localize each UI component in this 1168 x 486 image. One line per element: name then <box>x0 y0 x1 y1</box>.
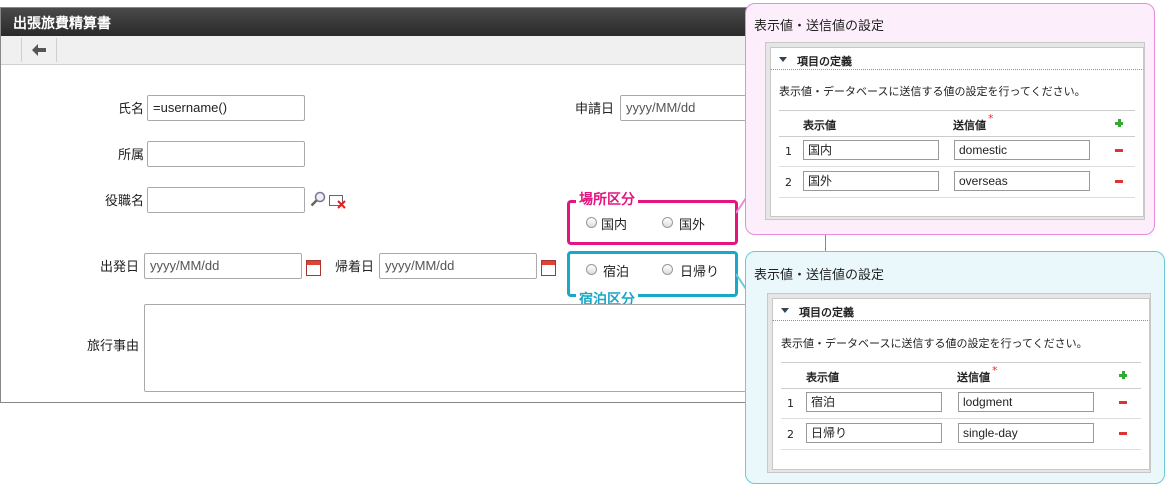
section-title: 項目の定義 <box>799 306 854 319</box>
panel-inner: 項目の定義 表示値・データベースに送信する値の設定を行ってください。 表示値 送… <box>765 42 1145 220</box>
place-group-label: 場所区分 <box>576 189 638 209</box>
section-description: 表示値・データベースに送信する値の設定を行ってください。 <box>779 85 1086 98</box>
place-radio-overseas[interactable] <box>662 217 673 228</box>
lodging-settings-panel: 表示値・送信値の設定 項目の定義 表示値・データベースに送信する値の設定を行って… <box>745 251 1165 484</box>
panel-title: 表示値・送信値の設定 <box>754 268 885 283</box>
lodging-option-overnight: 宿泊 <box>603 265 630 280</box>
calendar-icon[interactable] <box>306 260 321 276</box>
remove-row-icon[interactable] <box>1119 432 1127 435</box>
section-header[interactable]: 項目の定義 <box>772 298 1150 321</box>
table-header: 表示値 送信値 * <box>781 362 1141 389</box>
place-option-overseas: 国外 <box>679 218 706 233</box>
section-header[interactable]: 項目の定義 <box>770 47 1144 70</box>
table-row: 2 国外 overseas <box>779 166 1135 198</box>
display-value-input[interactable]: 国外 <box>803 171 939 191</box>
position-label: 役職名 <box>105 194 145 209</box>
add-row-button[interactable] <box>1119 371 1127 379</box>
send-value-input[interactable]: overseas <box>954 171 1090 191</box>
panel-title: 表示値・送信値の設定 <box>754 19 885 34</box>
triangle-down-icon <box>779 57 787 62</box>
column-header-display: 表示値 <box>803 119 836 132</box>
apply-date-label: 申請日 <box>575 102 615 117</box>
place-option-domestic: 国内 <box>601 218 628 233</box>
remove-row-icon[interactable] <box>1115 149 1123 152</box>
plus-icon-stem <box>1118 119 1121 127</box>
table-row: 1 宿泊 lodgment <box>781 387 1141 419</box>
send-value-input[interactable]: lodgment <box>958 392 1094 412</box>
depart-date-label: 出発日 <box>100 260 140 275</box>
display-value-input[interactable]: 日帰り <box>806 423 942 443</box>
depart-date-input[interactable]: yyyy/MM/dd <box>144 253 302 279</box>
reason-label: 旅行事由 <box>87 339 140 354</box>
required-mark: * <box>992 364 998 377</box>
remove-row-icon[interactable] <box>1115 180 1123 183</box>
table-row: 1 国内 domestic <box>779 135 1135 167</box>
panel-inner: 項目の定義 表示値・データベースに送信する値の設定を行ってください。 表示値 送… <box>767 293 1151 473</box>
add-row-button[interactable] <box>1115 119 1123 127</box>
column-header-send: 送信値 <box>953 119 986 132</box>
lodging-radio-dayreturn[interactable] <box>662 264 673 275</box>
department-input[interactable] <box>147 141 305 167</box>
row-index: 1 <box>787 397 794 410</box>
send-value-input[interactable]: domestic <box>954 140 1090 160</box>
return-date-label: 帰着日 <box>335 260 375 275</box>
section-description: 表示値・データベースに送信する値の設定を行ってください。 <box>781 337 1088 350</box>
send-value-input[interactable]: single-day <box>958 423 1094 443</box>
remove-row-icon[interactable] <box>1119 401 1127 404</box>
column-header-display: 表示値 <box>806 371 839 384</box>
search-icon[interactable] <box>310 191 326 207</box>
form-title-bar: 出張旅費精算書 <box>1 8 825 36</box>
department-label: 所属 <box>118 148 145 163</box>
back-button[interactable] <box>21 38 57 62</box>
triangle-down-icon <box>781 308 789 313</box>
clear-icon[interactable] <box>329 193 347 209</box>
plus-icon-stem <box>1122 371 1125 379</box>
return-date-input[interactable]: yyyy/MM/dd <box>379 253 537 279</box>
section-title: 項目の定義 <box>797 55 852 68</box>
calendar-icon[interactable] <box>541 260 556 276</box>
form-title: 出張旅費精算書 <box>13 16 111 32</box>
lodging-radio-overnight[interactable] <box>586 264 597 275</box>
position-input[interactable] <box>147 187 305 213</box>
section-body: 表示値・データベースに送信する値の設定を行ってください。 表示値 送信値 * 1… <box>772 321 1150 470</box>
row-index: 2 <box>785 176 792 189</box>
place-settings-panel: 表示値・送信値の設定 項目の定義 表示値・データベースに送信する値の設定を行って… <box>745 3 1155 235</box>
column-header-send: 送信値 <box>957 371 990 384</box>
reason-textarea[interactable] <box>144 304 820 392</box>
section-body: 表示値・データベースに送信する値の設定を行ってください。 表示値 送信値 * 1… <box>770 70 1144 217</box>
name-label: 氏名 <box>118 102 145 117</box>
table-header: 表示値 送信値 * <box>779 110 1135 137</box>
row-index: 2 <box>787 428 794 441</box>
arrow-left-icon <box>32 44 46 56</box>
table-row: 2 日帰り single-day <box>781 418 1141 450</box>
form-toolbar <box>1 36 825 65</box>
display-value-input[interactable]: 国内 <box>803 140 939 160</box>
required-mark: * <box>988 112 994 125</box>
name-input[interactable]: =username() <box>147 95 305 121</box>
row-index: 1 <box>785 145 792 158</box>
place-radio-domestic[interactable] <box>586 217 597 228</box>
form-window: 出張旅費精算書 氏名 =username() 申請日 yyyy/MM/dd 所属… <box>0 7 826 403</box>
lodging-option-dayreturn: 日帰り <box>680 265 720 280</box>
display-value-input[interactable]: 宿泊 <box>806 392 942 412</box>
